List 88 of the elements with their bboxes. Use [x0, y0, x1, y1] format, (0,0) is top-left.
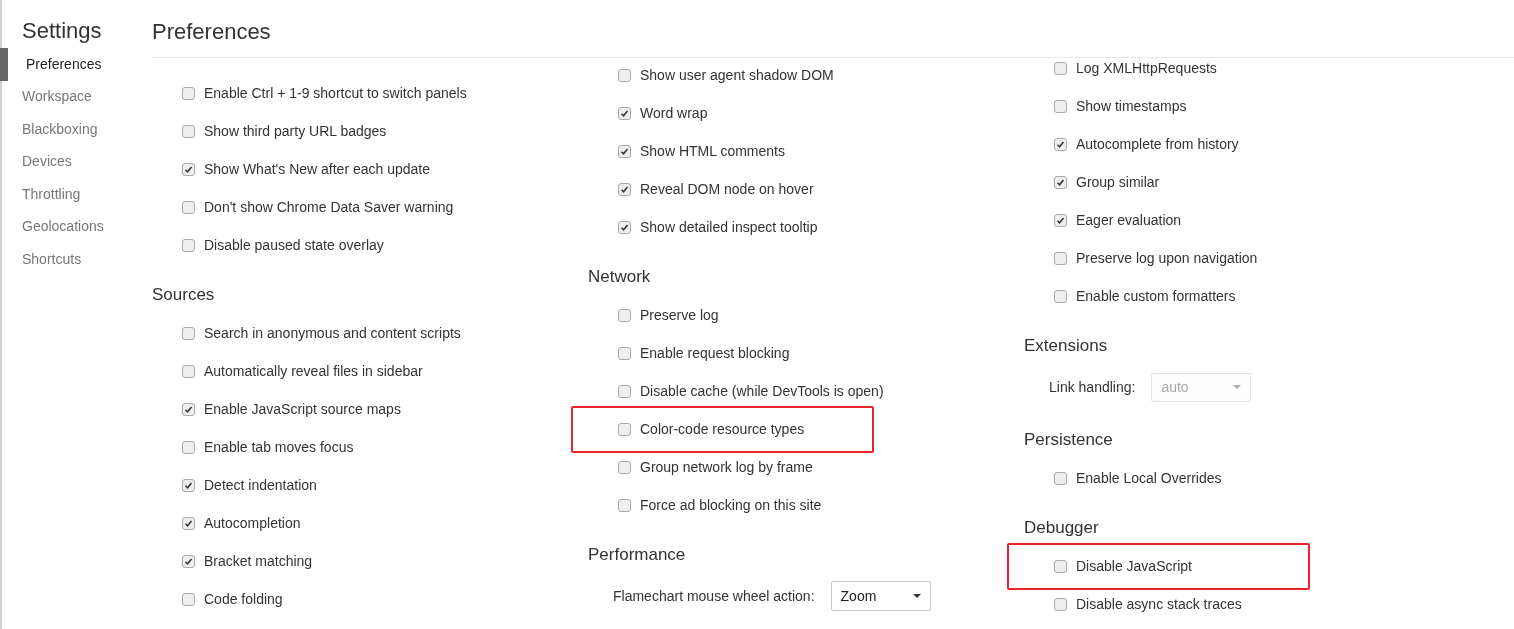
checkbox-label: Automatically reveal files in sidebar: [204, 361, 423, 381]
checkbox[interactable]: [618, 308, 631, 322]
field-label: Flamechart mouse wheel action:: [613, 586, 815, 606]
checkbox[interactable]: [618, 384, 631, 398]
section-title: Sources: [152, 284, 216, 307]
checkbox-label: Show user agent shadow DOM: [640, 65, 834, 85]
sidebar-item[interactable]: Workspace: [2, 80, 152, 113]
checkbox[interactable]: [1054, 137, 1067, 151]
checkbox[interactable]: [182, 440, 195, 454]
checkbox-label: Show HTML comments: [640, 141, 785, 161]
settings-title: Settings: [21, 17, 103, 45]
checkbox[interactable]: [618, 68, 631, 82]
checkbox[interactable]: [182, 516, 195, 530]
checkbox[interactable]: [1054, 61, 1067, 75]
checkbox[interactable]: [182, 402, 195, 416]
checkbox-label: Show third party URL badges: [204, 121, 387, 141]
checkbox[interactable]: [182, 86, 195, 100]
checkbox-label: Disable cache (while DevTools is open): [640, 381, 884, 401]
checkbox[interactable]: [618, 346, 631, 360]
checkbox-label: Autocomplete from history: [1076, 134, 1239, 154]
checkbox-label: Don't show Chrome Data Saver warning: [204, 197, 454, 217]
field-label: Link handling:: [1049, 377, 1136, 397]
checkbox-label: Show timestamps: [1076, 96, 1187, 116]
checkbox-label: Code folding: [204, 589, 283, 609]
checkbox[interactable]: [182, 238, 195, 252]
checkbox-label: Show detailed inspect tooltip: [640, 217, 818, 237]
sidebar-item[interactable]: Preferences: [0, 48, 152, 81]
caret-icon: [912, 594, 921, 598]
checkbox[interactable]: [618, 220, 631, 234]
checkbox-label: Preserve log: [640, 305, 719, 325]
checkbox[interactable]: [182, 162, 195, 176]
checkbox-label: Word wrap: [640, 103, 708, 123]
sidebar-item[interactable]: Shortcuts: [2, 243, 152, 276]
page-title: Preferences: [152, 17, 271, 46]
checkbox-label: Enable tab moves focus: [204, 437, 354, 457]
checkbox[interactable]: [182, 200, 195, 214]
checkbox-label: Enable Local Overrides: [1076, 468, 1222, 488]
checkbox[interactable]: [182, 478, 195, 492]
checkbox[interactable]: [618, 460, 631, 474]
checkbox-label: Reveal DOM node on hover: [640, 179, 814, 199]
checkbox-label: Enable custom formatters: [1076, 286, 1236, 306]
checkbox[interactable]: [1054, 289, 1067, 303]
checkbox[interactable]: [1054, 251, 1067, 265]
sidebar-item[interactable]: Blackboxing: [2, 113, 152, 146]
checkbox-label: Preserve log upon navigation: [1076, 248, 1258, 268]
checkbox[interactable]: [1054, 471, 1067, 485]
dropdown[interactable]: Zoom: [830, 581, 931, 611]
checkbox[interactable]: [618, 182, 631, 196]
checkbox-label: Show What's New after each update: [204, 159, 431, 179]
checkbox-label: Eager evaluation: [1076, 210, 1182, 230]
checkbox-label: Enable request blocking: [640, 343, 790, 363]
section-title: Debugger: [1024, 517, 1100, 540]
section-title: Performance: [588, 544, 687, 567]
checkbox[interactable]: [618, 106, 631, 120]
checkbox[interactable]: [1054, 99, 1067, 113]
checkbox-label: Color-code resource types: [640, 419, 805, 439]
checkbox-label: Autocompletion: [204, 513, 301, 533]
checkbox-label: Detect indentation: [204, 475, 317, 495]
checkbox-label: Group similar: [1076, 172, 1160, 192]
checkbox[interactable]: [1054, 597, 1067, 611]
checkbox-label: Search in anonymous and content scripts: [204, 323, 461, 343]
checkbox-label: Group network log by frame: [640, 457, 813, 477]
checkbox[interactable]: [182, 592, 195, 606]
section-title: Extensions: [1024, 335, 1109, 358]
checkbox[interactable]: [1054, 175, 1067, 189]
caret-icon: [1233, 385, 1242, 389]
checkbox-label: Disable JavaScript: [1076, 556, 1192, 576]
checkbox-label: Log XMLHttpRequests: [1076, 58, 1217, 78]
checkbox-label: Disable paused state overlay: [204, 235, 384, 255]
sidebar-item[interactable]: Throttling: [2, 178, 152, 211]
checkbox-label: Bracket matching: [204, 551, 313, 571]
checkbox-label: Enable Ctrl + 1-9 shortcut to switch panels: [204, 83, 467, 103]
section-title: Network: [588, 266, 652, 289]
checkbox[interactable]: [618, 144, 631, 158]
checkbox[interactable]: [1054, 213, 1067, 227]
checkbox[interactable]: [182, 124, 195, 138]
sidebar-item[interactable]: Geolocations: [2, 210, 152, 243]
checkbox-label: Enable JavaScript source maps: [204, 399, 401, 419]
checkbox[interactable]: [182, 326, 195, 340]
checkbox[interactable]: [1054, 559, 1067, 573]
checkbox-label: Force ad blocking on this site: [640, 495, 822, 515]
checkbox[interactable]: [182, 554, 195, 568]
checkbox[interactable]: [618, 422, 631, 436]
checkbox-label: Disable async stack traces: [1076, 594, 1242, 614]
checkbox[interactable]: [618, 498, 631, 512]
section-title: Persistence: [1024, 429, 1114, 452]
sidebar-item[interactable]: Devices: [2, 145, 152, 178]
checkbox[interactable]: [182, 364, 195, 378]
